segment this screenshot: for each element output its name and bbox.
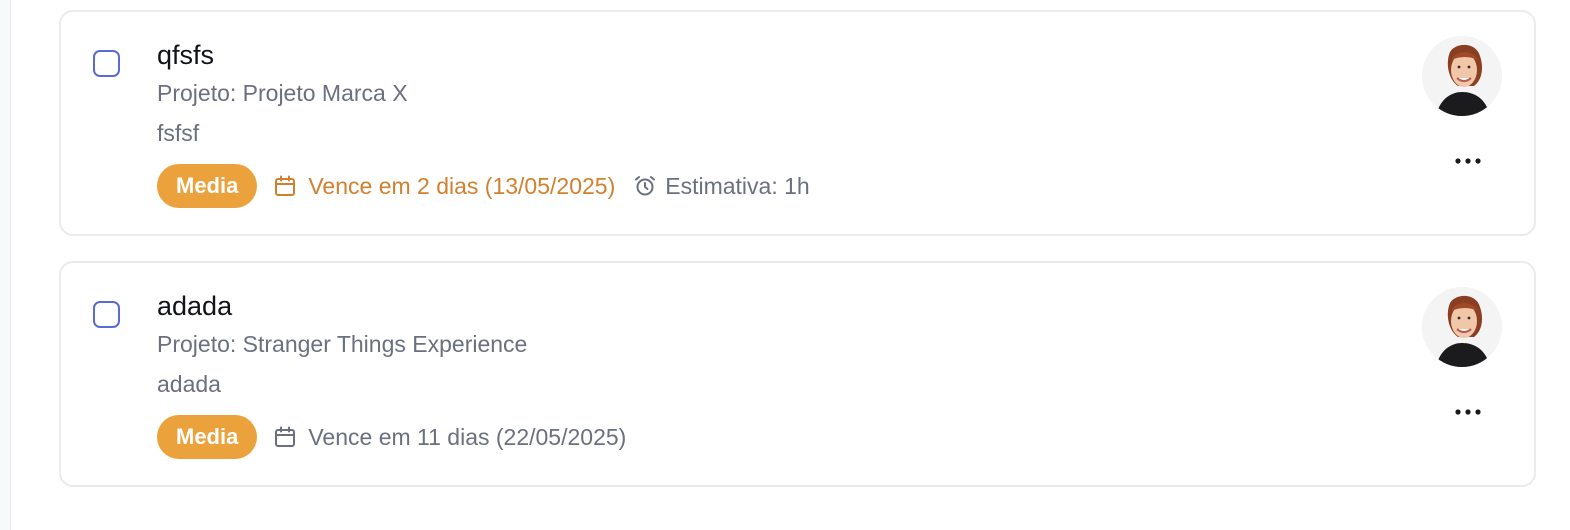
task-card[interactable]: adada Projeto: Stranger Things Experienc… xyxy=(59,261,1536,487)
task-meta: Media Vence em 11 dias (22/05/2025) xyxy=(157,415,626,459)
task-description: fsfsf xyxy=(157,120,200,146)
task-body: adada Projeto: Stranger Things Experienc… xyxy=(157,289,626,459)
due-date: Vence em 11 dias (22/05/2025) xyxy=(274,424,626,451)
left-rail xyxy=(0,0,11,530)
task-project: Projeto: Stranger Things Experience xyxy=(157,331,528,357)
due-date: Vence em 2 dias (13/05/2025) xyxy=(274,173,615,200)
assignee-avatar[interactable] xyxy=(1422,287,1502,367)
task-title[interactable]: qfsfs xyxy=(157,38,810,72)
alarm-clock-icon xyxy=(635,176,656,196)
avatar-photo xyxy=(1422,287,1502,367)
task-body: qfsfs Projeto: Projeto Marca X fsfsf Med… xyxy=(157,38,810,208)
more-horizontal-icon xyxy=(1455,409,1481,415)
task-description: adada xyxy=(157,371,221,397)
due-date-text: Vence em 2 dias (13/05/2025) xyxy=(308,172,616,199)
calendar-icon xyxy=(275,175,296,196)
task-complete-checkbox[interactable] xyxy=(93,50,120,77)
estimate: Estimativa: 1h xyxy=(633,172,810,200)
task-meta: Media Vence em 2 dias (13/05/2025) Estim… xyxy=(157,164,810,208)
calendar-icon xyxy=(275,426,296,447)
avatar-photo xyxy=(1422,36,1502,116)
assignee-avatar[interactable] xyxy=(1422,36,1502,116)
priority-badge: Media xyxy=(157,164,258,208)
task-card[interactable]: qfsfs Projeto: Projeto Marca X fsfsf Med… xyxy=(59,10,1536,236)
more-options-button[interactable] xyxy=(1448,397,1488,427)
task-project: Projeto: Projeto Marca X xyxy=(157,80,408,106)
more-options-button[interactable] xyxy=(1448,146,1488,176)
task-complete-checkbox[interactable] xyxy=(93,301,120,328)
task-title[interactable]: adada xyxy=(157,289,626,323)
due-date-text: Vence em 11 dias (22/05/2025) xyxy=(308,423,627,450)
more-horizontal-icon xyxy=(1455,158,1481,164)
priority-badge: Media xyxy=(157,415,258,459)
estimate-text: Estimativa: 1h xyxy=(665,172,810,199)
task-list: qfsfs Projeto: Projeto Marca X fsfsf Med… xyxy=(59,10,1536,512)
